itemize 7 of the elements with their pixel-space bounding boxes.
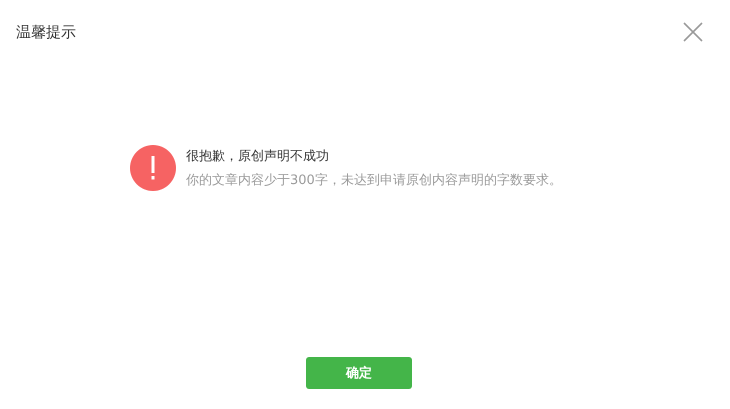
warning-icon — [130, 145, 176, 191]
error-message: 很抱歉，原创声明不成功 — [186, 148, 330, 165]
error-detail: 你的文章内容少于300字，未达到申请原创内容声明的字数要求。 — [186, 172, 562, 189]
dialog-title: 温馨提示 — [16, 22, 76, 42]
close-icon — [683, 22, 703, 42]
confirm-button[interactable]: 确定 — [306, 357, 412, 389]
close-button[interactable] — [683, 22, 703, 42]
